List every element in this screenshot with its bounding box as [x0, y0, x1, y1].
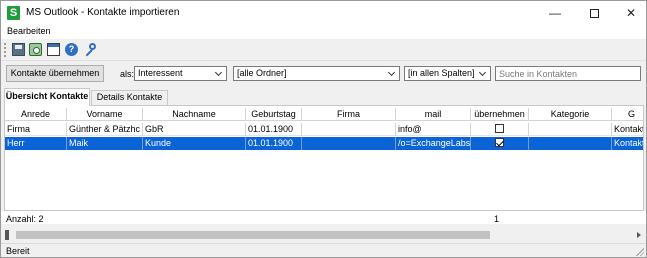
cell-uebernehmen	[471, 137, 529, 150]
resize-grip-icon[interactable]	[635, 247, 644, 256]
tab-overview-contacts[interactable]: Übersicht Kontakte	[4, 88, 90, 106]
cell-firma	[302, 123, 396, 136]
cell-kategorie	[529, 137, 612, 150]
menu-bar: Bearbeiten	[1, 25, 646, 39]
column-header[interactable]: Anrede	[5, 108, 67, 121]
chevron-down-icon[interactable]	[476, 67, 490, 80]
column-header[interactable]: Kategorie	[529, 108, 612, 121]
row-count: Anzahl: 2	[6, 214, 44, 224]
chevron-down-icon[interactable]	[212, 67, 226, 80]
cell-geburtstag: 01.01.1900	[246, 123, 302, 136]
table-row[interactable]: Firma Günther & Pätzhc GbR 01.01.1900 in…	[5, 123, 643, 136]
cell-nachname: GbR	[143, 123, 246, 136]
take-checkbox[interactable]	[495, 138, 504, 148]
cell-mail: info@	[396, 123, 471, 136]
take-contacts-button[interactable]: Kontakte übernehmen	[6, 65, 104, 82]
menu-item-bearbeiten[interactable]: Bearbeiten	[7, 26, 51, 36]
chevron-down-icon[interactable]	[385, 67, 399, 80]
table-header-row: Anrede Vorname Nachname Geburtstag Firma…	[5, 108, 643, 121]
app-logo-icon: S	[7, 6, 20, 20]
column-header[interactable]: mail	[396, 108, 471, 121]
save-icon[interactable]	[12, 43, 25, 56]
contact-type-value: Interessent	[138, 68, 183, 78]
column-header[interactable]: Firma	[302, 108, 396, 121]
as-label: als:	[120, 69, 135, 79]
horizontal-scrollbar[interactable]	[4, 229, 644, 241]
status-bar: Bereit	[1, 243, 646, 257]
cell-nachname: Kunde	[143, 137, 246, 150]
contacts-table: Anrede Vorname Nachname Geburtstag Firma…	[4, 105, 644, 211]
contact-type-select[interactable]: Interessent	[134, 66, 227, 81]
tab-details-contacts[interactable]: Details Kontakte	[91, 90, 168, 105]
help-icon[interactable]: ?	[65, 43, 78, 56]
maximize-button[interactable]	[576, 1, 612, 25]
address-book-icon[interactable]	[29, 43, 42, 56]
cell-extra: Kontakt	[612, 137, 643, 150]
scroll-position-marker	[5, 230, 9, 240]
cell-mail: /o=ExchangeLabs	[398, 137, 471, 150]
column-select[interactable]: [in allen Spalten]	[404, 66, 491, 81]
cell-extra: Kontakt	[612, 123, 643, 136]
cell-vorname: Maik	[67, 137, 143, 150]
toolbar-grip-icon[interactable]	[4, 43, 7, 57]
cell-uebernehmen	[471, 123, 529, 136]
column-header[interactable]: Nachname	[143, 108, 246, 121]
status-text: Bereit	[6, 246, 30, 256]
take-checkbox[interactable]	[495, 124, 504, 134]
title-bar: S MS Outlook - Kontakte importieren — ✕	[1, 1, 646, 25]
cell-geburtstag: 01.01.1900	[246, 137, 302, 150]
terminal-icon[interactable]	[47, 43, 60, 56]
folder-select[interactable]: [alle Ordner]	[233, 66, 400, 81]
table-row-selected[interactable]: Herr Maik Kunde 01.01.1900 /o=ExchangeLa…	[5, 137, 643, 150]
cell-anrede: Herr	[5, 137, 67, 150]
column-header[interactable]: Geburtstag	[246, 108, 302, 121]
window-title: MS Outlook - Kontakte importieren	[26, 7, 180, 18]
maximize-icon	[589, 9, 599, 19]
column-header[interactable]: übernehmen	[471, 108, 529, 121]
folder-value: [alle Ordner]	[237, 68, 287, 78]
column-header[interactable]: G	[612, 108, 643, 121]
column-value: [in allen Spalten]	[408, 68, 475, 78]
scroll-right-icon[interactable]	[634, 229, 644, 241]
search-input[interactable]	[495, 66, 641, 81]
cell-vorname: Günther & Pätzhc	[67, 123, 143, 136]
cell-kategorie	[529, 123, 612, 136]
cell-anrede: Firma	[5, 123, 67, 136]
table-footer: Anzahl: 2 1	[1, 211, 646, 224]
selected-count: 1	[494, 214, 500, 224]
cell-firma	[302, 137, 396, 150]
key-icon[interactable]	[83, 43, 96, 57]
scrollbar-thumb[interactable]	[16, 231, 490, 239]
column-header[interactable]: Vorname	[67, 108, 143, 121]
import-contacts-window: S MS Outlook - Kontakte importieren — ✕ …	[0, 0, 647, 258]
toolbar: ?	[1, 39, 646, 61]
minimize-button[interactable]: —	[537, 1, 573, 25]
close-button[interactable]: ✕	[613, 1, 647, 25]
